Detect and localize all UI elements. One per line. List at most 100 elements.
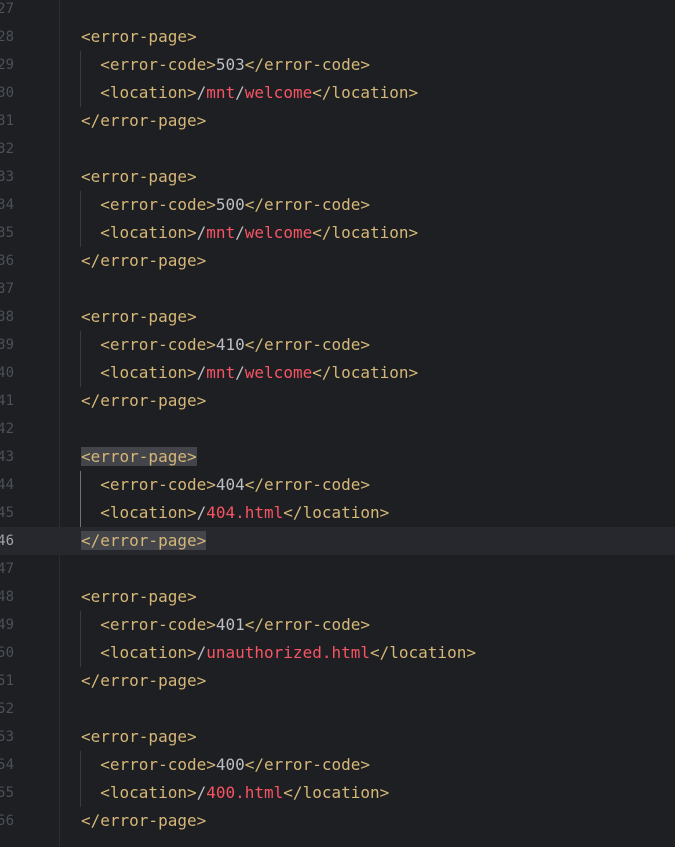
code-text[interactable]: <location>/unauthorized.html</location> xyxy=(81,639,476,667)
code-line[interactable]: 55 <location>/400.html</location> xyxy=(0,779,675,807)
line-number[interactable]: 31 xyxy=(0,107,14,135)
code-line[interactable]: 38 <error-page> xyxy=(0,303,675,331)
code-text[interactable]: </error-page> xyxy=(81,387,206,415)
code-text[interactable]: <location>/mnt/welcome</location> xyxy=(81,359,418,387)
line-number[interactable]: 27 xyxy=(0,0,14,23)
line-number[interactable]: 55 xyxy=(0,779,14,807)
xml-tag: <location> xyxy=(100,363,197,382)
code-text[interactable]: </error-page> xyxy=(81,667,206,695)
code-text[interactable]: </error-page> xyxy=(81,247,206,275)
code-text[interactable]: <location>/mnt/welcome</location> xyxy=(81,219,418,247)
code-text[interactable]: <error-page> xyxy=(81,23,197,51)
xml-tag: </error-code> xyxy=(244,195,370,214)
code-line[interactable]: 46 </error-page> xyxy=(0,527,675,555)
code-line[interactable]: 29 <error-code>503</error-code> xyxy=(0,51,675,79)
path-segment: welcome xyxy=(244,83,313,102)
code-line[interactable]: 43 <error-page> xyxy=(0,443,675,471)
code-editor[interactable]: 27 28 <error-page> 29 <error-code>503</erro… xyxy=(0,0,675,847)
code-text[interactable]: <location>/mnt/welcome</location> xyxy=(81,79,418,107)
code-text[interactable]: <error-code>410</error-code> xyxy=(81,331,370,359)
line-number[interactable]: 39 xyxy=(0,331,14,359)
code-text[interactable]: </error-page> xyxy=(81,107,206,135)
code-line[interactable]: 36 </error-page> xyxy=(0,247,675,275)
line-number[interactable]: 29 xyxy=(0,51,14,79)
code-text[interactable]: <error-page> xyxy=(81,443,197,471)
indent-guide xyxy=(80,611,81,667)
line-number[interactable]: 35 xyxy=(0,219,14,247)
line-number[interactable]: 48 xyxy=(0,583,14,611)
xml-tag: <error-page> xyxy=(81,587,197,606)
line-number[interactable]: 36 xyxy=(0,247,14,275)
indent-guide xyxy=(80,51,81,107)
code-text[interactable]: <error-code>503</error-code> xyxy=(81,51,370,79)
line-number[interactable]: 43 xyxy=(0,443,14,471)
line-number[interactable]: 46 xyxy=(0,527,14,555)
code-line[interactable]: 54 <error-code>400</error-code> xyxy=(0,751,675,779)
code-line[interactable]: 53 <error-page> xyxy=(0,723,675,751)
code-line[interactable]: 51 </error-page> xyxy=(0,667,675,695)
line-number[interactable]: 30 xyxy=(0,79,14,107)
code-line[interactable]: 31 </error-page> xyxy=(0,107,675,135)
line-number[interactable]: 37 xyxy=(0,275,14,303)
line-number[interactable]: 45 xyxy=(0,499,14,527)
xml-tag: <error-page> xyxy=(81,307,197,326)
code-line[interactable]: 56 </error-page> xyxy=(0,807,675,835)
code-text[interactable]: <error-code>401</error-code> xyxy=(81,611,370,639)
line-number[interactable]: 33 xyxy=(0,163,14,191)
code-text[interactable]: <error-code>400</error-code> xyxy=(81,751,370,779)
line-number[interactable]: 52 xyxy=(0,695,14,723)
line-number[interactable]: 40 xyxy=(0,359,14,387)
code-text[interactable]: <error-page> xyxy=(81,723,197,751)
line-number[interactable]: 28 xyxy=(0,23,14,51)
code-line[interactable]: 34 <error-code>500</error-code> xyxy=(0,191,675,219)
code-line[interactable]: 32 xyxy=(0,135,675,163)
line-number[interactable]: 42 xyxy=(0,415,14,443)
code-line[interactable]: 30 <location>/mnt/welcome</location> xyxy=(0,79,675,107)
code-text[interactable]: </error-page> xyxy=(81,527,207,555)
code-line[interactable]: 50 <location>/unauthorized.html</locatio… xyxy=(0,639,675,667)
xml-tag: </location> xyxy=(312,83,419,102)
code-text[interactable]: <location>/400.html</location> xyxy=(81,779,389,807)
line-number[interactable]: 54 xyxy=(0,751,14,779)
code-text[interactable]: <error-code>404</error-code> xyxy=(81,471,370,499)
code-line[interactable]: 41 </error-page> xyxy=(0,387,675,415)
code-line[interactable]: 37 xyxy=(0,275,675,303)
line-number[interactable]: 47 xyxy=(0,555,14,583)
code-text[interactable]: <error-code>500</error-code> xyxy=(81,191,370,219)
code-line[interactable]: 40 <location>/mnt/welcome</location> xyxy=(0,359,675,387)
code-line[interactable]: 48 <error-page> xyxy=(0,583,675,611)
line-number[interactable]: 34 xyxy=(0,191,14,219)
code-line[interactable]: 33 <error-page> xyxy=(0,163,675,191)
xml-tag: </error-page> xyxy=(81,811,207,830)
code-line[interactable]: 44 <error-code>404</error-code> xyxy=(0,471,675,499)
code-line[interactable]: 49 <error-code>401</error-code> xyxy=(0,611,675,639)
line-number[interactable]: 56 xyxy=(0,807,14,835)
code-line[interactable]: 28 <error-page> xyxy=(0,23,675,51)
line-number[interactable]: 44 xyxy=(0,471,14,499)
code-text[interactable]: <location>/404.html</location> xyxy=(81,499,389,527)
line-number[interactable]: 51 xyxy=(0,667,14,695)
code-line[interactable]: 35 <location>/mnt/welcome</location> xyxy=(0,219,675,247)
code-line[interactable]: 27 xyxy=(0,0,675,23)
line-number[interactable]: 38 xyxy=(0,303,14,331)
code-text[interactable]: <error-page> xyxy=(81,163,197,191)
code-text[interactable]: <error-page> xyxy=(81,583,197,611)
code-text[interactable]: <error-page> xyxy=(81,303,197,331)
line-number[interactable]: 50 xyxy=(0,639,14,667)
xml-tag: <error-page> xyxy=(81,727,197,746)
code-line[interactable]: 39 <error-code>410</error-code> xyxy=(0,331,675,359)
line-number[interactable]: 41 xyxy=(0,387,14,415)
code-line[interactable]: 47 xyxy=(0,555,675,583)
code-line[interactable]: 42 xyxy=(0,415,675,443)
line-number[interactable]: 32 xyxy=(0,135,14,163)
line-number[interactable]: 49 xyxy=(0,611,14,639)
xml-tag: <error-page> xyxy=(81,27,197,46)
code-text[interactable]: </error-page> xyxy=(81,807,206,835)
code-line[interactable]: 52 xyxy=(0,695,675,723)
line-number[interactable]: 53 xyxy=(0,723,14,751)
code-line[interactable]: 45 <location>/404.html</location> xyxy=(0,499,675,527)
